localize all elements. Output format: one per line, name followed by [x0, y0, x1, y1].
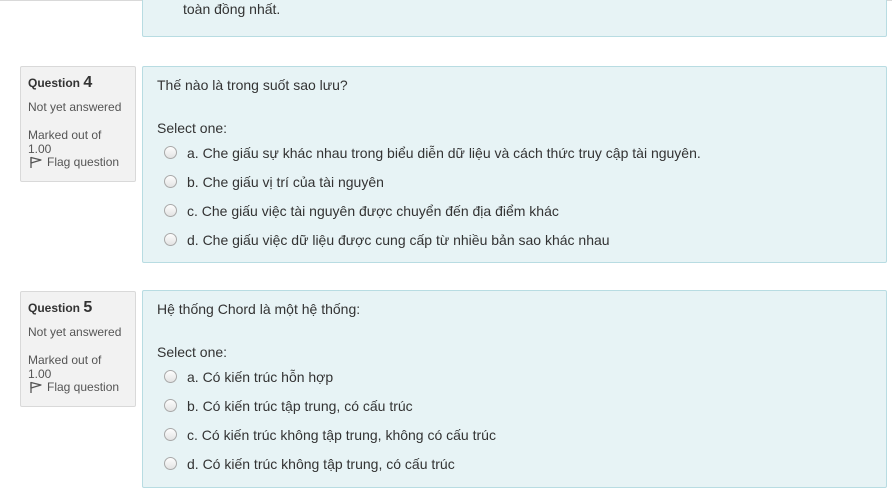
- question-state: Not yet answered: [28, 325, 122, 339]
- answer-option[interactable]: c. Che giấu việc tài nguyên được chuyển …: [157, 196, 872, 225]
- question-text: Hệ thống Chord là một hệ thống:: [157, 301, 361, 317]
- flag-question-link[interactable]: Flag question: [28, 155, 128, 169]
- select-one-prompt: Select one:: [157, 120, 228, 136]
- answer-options: a. Che giấu sự khác nhau trong biểu diễn…: [157, 138, 872, 254]
- flag-question-link[interactable]: Flag question: [28, 380, 128, 394]
- answer-option-label[interactable]: a. Có kiến trúc hỗn hợp: [187, 369, 333, 385]
- question-info-4: Question 4 Not yet answered Marked out o…: [20, 66, 136, 182]
- radio-button[interactable]: [164, 175, 177, 188]
- previous-question-content: toàn đồng nhất.: [142, 0, 887, 37]
- question-label: Question: [28, 76, 81, 90]
- answer-option[interactable]: b. Có kiến trúc tập trung, có cấu trúc: [157, 391, 872, 420]
- radio-button[interactable]: [164, 146, 177, 159]
- answer-option[interactable]: a. Che giấu sự khác nhau trong biểu diễn…: [157, 138, 872, 167]
- quiz-page: toàn đồng nhất. Question 4 Not yet answe…: [0, 0, 892, 500]
- question-grade: Marked out of 1.00: [28, 353, 102, 381]
- answer-option[interactable]: c. Có kiến trúc không tập trung, không c…: [157, 420, 872, 449]
- flag-icon[interactable]: [29, 155, 43, 169]
- question-title: Question 4: [28, 74, 128, 96]
- answer-option-label[interactable]: b. Có kiến trúc tập trung, có cấu trúc: [187, 398, 413, 414]
- answer-option[interactable]: a. Có kiến trúc hỗn hợp: [157, 362, 872, 391]
- question-content-5: Hệ thống Chord là một hệ thống: Select o…: [142, 290, 887, 488]
- flag-icon[interactable]: [29, 380, 43, 394]
- answer-option-label[interactable]: b. Che giấu vị trí của tài nguyên: [187, 174, 384, 190]
- radio-button[interactable]: [164, 457, 177, 470]
- question-text: Thế nào là trong suốt sao lưu?: [157, 77, 348, 93]
- answer-option-label[interactable]: c. Che giấu việc tài nguyên được chuyển …: [187, 203, 559, 219]
- answer-option[interactable]: d. Có kiến trúc không tập trung, có cấu …: [157, 449, 872, 478]
- answer-option-label[interactable]: d. Che giấu việc dữ liệu được cung cấp t…: [187, 232, 610, 248]
- question-number: 5: [83, 299, 93, 316]
- question-grade: Marked out of 1.00: [28, 128, 102, 156]
- radio-button[interactable]: [164, 233, 177, 246]
- answer-option[interactable]: b. Che giấu vị trí của tài nguyên: [157, 167, 872, 196]
- answer-options: a. Có kiến trúc hỗn hợp b. Có kiến trúc …: [157, 362, 872, 478]
- question-info-5: Question 5 Not yet answered Marked out o…: [20, 291, 136, 407]
- select-one-prompt: Select one:: [157, 344, 228, 360]
- answer-option-label[interactable]: c. Có kiến trúc không tập trung, không c…: [187, 427, 496, 443]
- question-content-4: Thế nào là trong suốt sao lưu? Select on…: [142, 66, 887, 263]
- question-number: 4: [83, 74, 93, 91]
- radio-button[interactable]: [164, 399, 177, 412]
- question-state: Not yet answered: [28, 100, 122, 114]
- radio-button[interactable]: [164, 204, 177, 217]
- answer-option[interactable]: d. Che giấu việc dữ liệu được cung cấp t…: [157, 225, 872, 254]
- answer-option-label[interactable]: d. Có kiến trúc không tập trung, có cấu …: [187, 456, 455, 472]
- question-title: Question 5: [28, 299, 128, 321]
- previous-question-text: toàn đồng nhất.: [183, 1, 281, 17]
- flag-question-label[interactable]: Flag question: [47, 380, 119, 394]
- question-label: Question: [28, 301, 81, 315]
- radio-button[interactable]: [164, 370, 177, 383]
- radio-button[interactable]: [164, 428, 177, 441]
- flag-question-label[interactable]: Flag question: [47, 155, 119, 169]
- answer-option-label[interactable]: a. Che giấu sự khác nhau trong biểu diễn…: [187, 145, 701, 161]
